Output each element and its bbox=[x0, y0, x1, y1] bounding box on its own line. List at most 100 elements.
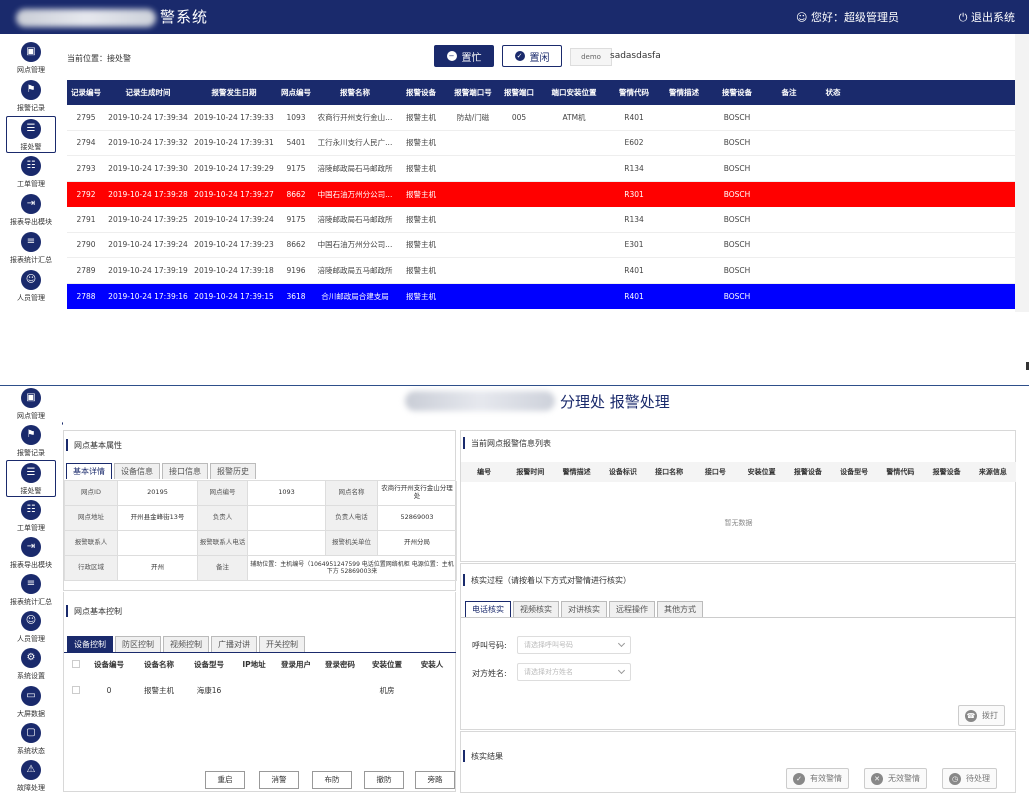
cell: R301 bbox=[624, 189, 644, 199]
sidebar-item-6[interactable]: ☺ 人员管理 bbox=[6, 609, 56, 646]
sidebar-item-label: 系统设置 bbox=[17, 672, 45, 681]
cell: 2792 bbox=[76, 189, 96, 199]
tab-0[interactable]: 基本详情 bbox=[66, 463, 112, 479]
close-icon: ✕ bbox=[871, 772, 883, 785]
column-header: 来源信息 bbox=[978, 468, 1007, 476]
cell: BOSCH bbox=[723, 240, 751, 250]
sidebar-item-label: 工单管理 bbox=[17, 523, 45, 532]
sidebar-item-1[interactable]: ⚑ 报警记录 bbox=[6, 423, 56, 460]
sidebar-item-9[interactable]: ▢ 系统状态 bbox=[6, 721, 56, 758]
control-button-1[interactable]: 消警 bbox=[259, 771, 299, 789]
sidebar-item-2[interactable]: ☰ 接处警 bbox=[6, 460, 56, 498]
call-number-select[interactable]: 请选择呼叫号码 bbox=[517, 636, 631, 654]
sidebar-item-10[interactable]: ⚠ 故障处理 bbox=[6, 758, 56, 794]
sidebar-item-0[interactable]: ▣ 网点管理 bbox=[6, 40, 56, 77]
cell: 报警设备 bbox=[406, 88, 436, 97]
tab-2[interactable]: 视频控制 bbox=[163, 636, 209, 652]
table-row[interactable]: 2790 2019-10-24 17:39:24 2019-10-24 17:39:… bbox=[67, 233, 1015, 258]
control-button-3[interactable]: 撤防 bbox=[364, 771, 404, 789]
control-panel: 网点基本控制 设备控制 防区控制 视频控制 广播对讲 开关控制 设备编号 设备名称 设备型号… bbox=[63, 592, 456, 792]
table-row[interactable]: 2794 2019-10-24 17:39:32 2019-10-24 17:39:… bbox=[67, 131, 1015, 156]
control-button-4[interactable]: 旁路 bbox=[415, 771, 455, 789]
pending-button[interactable]: ◷ 待处理 bbox=[942, 768, 997, 789]
sidebar-item-label: 报警记录 bbox=[17, 104, 45, 112]
chart-icon: ≡ bbox=[21, 232, 41, 252]
list-icon: ☰ bbox=[21, 463, 41, 484]
tab-3[interactable]: 远程操作 bbox=[609, 601, 655, 617]
tab-1[interactable]: 视频核实 bbox=[513, 601, 559, 617]
breadcrumb: 当前位置：接处警 bbox=[67, 54, 131, 63]
tab-4[interactable]: 其他方式 bbox=[657, 601, 703, 617]
logout-button[interactable]: ⏻ 退出系统 bbox=[959, 9, 1015, 25]
sidebar-item-7[interactable]: ⚙ 系统设置 bbox=[6, 646, 56, 683]
clipboard-icon: ☷ bbox=[21, 499, 41, 520]
cell: 2019-10-24 17:39:28 bbox=[108, 189, 188, 199]
tab-0[interactable]: 电话核实 bbox=[465, 601, 511, 617]
check-icon: ✓ bbox=[793, 772, 805, 785]
dial-button[interactable]: ☎ 拨打 bbox=[958, 705, 1005, 726]
cell: 报警主机 bbox=[406, 163, 436, 173]
field-value: 农商行开州支行金山分理处 bbox=[378, 481, 457, 506]
sidebar: ▣ 网点管理 ⚑ 报警记录 ☰ 接处警 ☷ 工单管理 ⇥ 报表导出模块 ≡ 报表统计汇总 ☺ 人员管理 bbox=[0, 34, 62, 312]
table-row[interactable]: 2788 2019-10-24 17:39:16 2019-10-24 17:39:… bbox=[67, 283, 1015, 309]
tab-1[interactable]: 防区控制 bbox=[115, 636, 161, 652]
cell: 0 bbox=[106, 685, 112, 695]
tab-2[interactable]: 对讲核实 bbox=[561, 601, 607, 617]
tab-0[interactable]: 设备控制 bbox=[67, 636, 113, 652]
clock-icon: ◷ bbox=[949, 772, 961, 785]
panel-title: 核实结果 bbox=[463, 750, 503, 762]
cell: 报警端口号 bbox=[454, 88, 492, 97]
table-row[interactable]: 2795 2019-10-24 17:39:34 2019-10-24 17:39:… bbox=[67, 105, 1015, 131]
cell: 2019-10-24 17:39:16 bbox=[108, 291, 188, 301]
sidebar-item-3[interactable]: ☷ 工单管理 bbox=[6, 154, 56, 191]
invalid-alarm-button[interactable]: ✕ 无效警情 bbox=[864, 768, 927, 789]
control-button-2[interactable]: 布防 bbox=[312, 771, 352, 789]
cell: BOSCH bbox=[723, 265, 751, 275]
cell: R134 bbox=[624, 163, 644, 173]
row-checkbox[interactable] bbox=[72, 686, 80, 694]
sidebar-item-2[interactable]: ☰ 接处警 bbox=[6, 116, 56, 153]
empty-text: 暂无数据 bbox=[724, 519, 753, 527]
top-header: 警系统 ☺ 您好：超级管理员 ⏻ 退出系统 bbox=[0, 0, 1029, 34]
sidebar-item-4[interactable]: ⇥ 报表导出模块 bbox=[6, 192, 56, 229]
column-header: 接口名称 bbox=[655, 468, 684, 476]
table-row[interactable]: 2789 2019-10-24 17:39:19 2019-10-24 17:39:… bbox=[67, 258, 1015, 284]
cell: IP地址 bbox=[242, 659, 266, 669]
alarm-monitor-screen: 警系统 ☺ 您好：超级管理员 ⏻ 退出系统 ▣ 网点管理 ⚑ 报警记录 ☰ 接处警 ☷ 工单管… bbox=[0, 0, 1029, 312]
sidebar-item-5[interactable]: ≡ 报表统计汇总 bbox=[6, 572, 56, 609]
device-table-row[interactable]: 0 报警主机 海康16 机房 bbox=[64, 680, 456, 700]
row-checkbox[interactable] bbox=[72, 660, 80, 668]
sidebar-item-5[interactable]: ≡ 报表统计汇总 bbox=[6, 230, 56, 267]
tab-1[interactable]: 设备信息 bbox=[114, 463, 160, 479]
tab-3[interactable]: 报警历史 bbox=[210, 463, 256, 479]
tab-4[interactable]: 开关控制 bbox=[259, 636, 305, 652]
sidebar-item-1[interactable]: ⚑ 报警记录 bbox=[6, 78, 56, 115]
sidebar-item-3[interactable]: ☷ 工单管理 bbox=[6, 498, 56, 535]
cell: 报警主机 bbox=[406, 112, 436, 122]
scrollbar[interactable] bbox=[1015, 34, 1029, 312]
tab-3[interactable]: 广播对讲 bbox=[211, 636, 257, 652]
table-row[interactable]: 2792 2019-10-24 17:39:28 2019-10-24 17:39:… bbox=[67, 181, 1015, 207]
chevron-down-icon bbox=[617, 666, 626, 675]
cell: 9175 bbox=[286, 214, 306, 224]
cell: R401 bbox=[624, 291, 644, 301]
call-number-label: 呼叫号码: bbox=[472, 641, 507, 650]
set-free-button[interactable]: ✓ 置闲 bbox=[502, 45, 562, 67]
sidebar-item-6[interactable]: ☺ 人员管理 bbox=[6, 268, 56, 305]
sidebar-item-label: 网点管理 bbox=[17, 412, 45, 420]
set-busy-button[interactable]: − 置忙 bbox=[434, 45, 494, 67]
table-row[interactable]: 2791 2019-10-24 17:39:25 2019-10-24 17:39:… bbox=[67, 207, 1015, 233]
cell: 报警主机 bbox=[406, 265, 436, 275]
cell: 2794 bbox=[76, 138, 96, 148]
column-header: 编号 bbox=[477, 468, 492, 476]
control-button-0[interactable]: 重启 bbox=[205, 771, 245, 789]
sidebar-item-4[interactable]: ⇥ 报表导出模块 bbox=[6, 535, 56, 572]
contact-name-select[interactable]: 请选择对方姓名 bbox=[517, 663, 631, 681]
tab-2[interactable]: 接口信息 bbox=[162, 463, 208, 479]
cell: 2795 bbox=[76, 112, 96, 122]
sidebar-item-8[interactable]: ▭ 大屏数据 bbox=[6, 684, 56, 721]
valid-alarm-button[interactable]: ✓ 有效警情 bbox=[786, 768, 849, 789]
list-icon: ☰ bbox=[21, 119, 41, 139]
table-row[interactable]: 2793 2019-10-24 17:39:30 2019-10-24 17:39:… bbox=[67, 156, 1015, 182]
sidebar-item-0[interactable]: ▣ 网点管理 bbox=[6, 386, 56, 423]
